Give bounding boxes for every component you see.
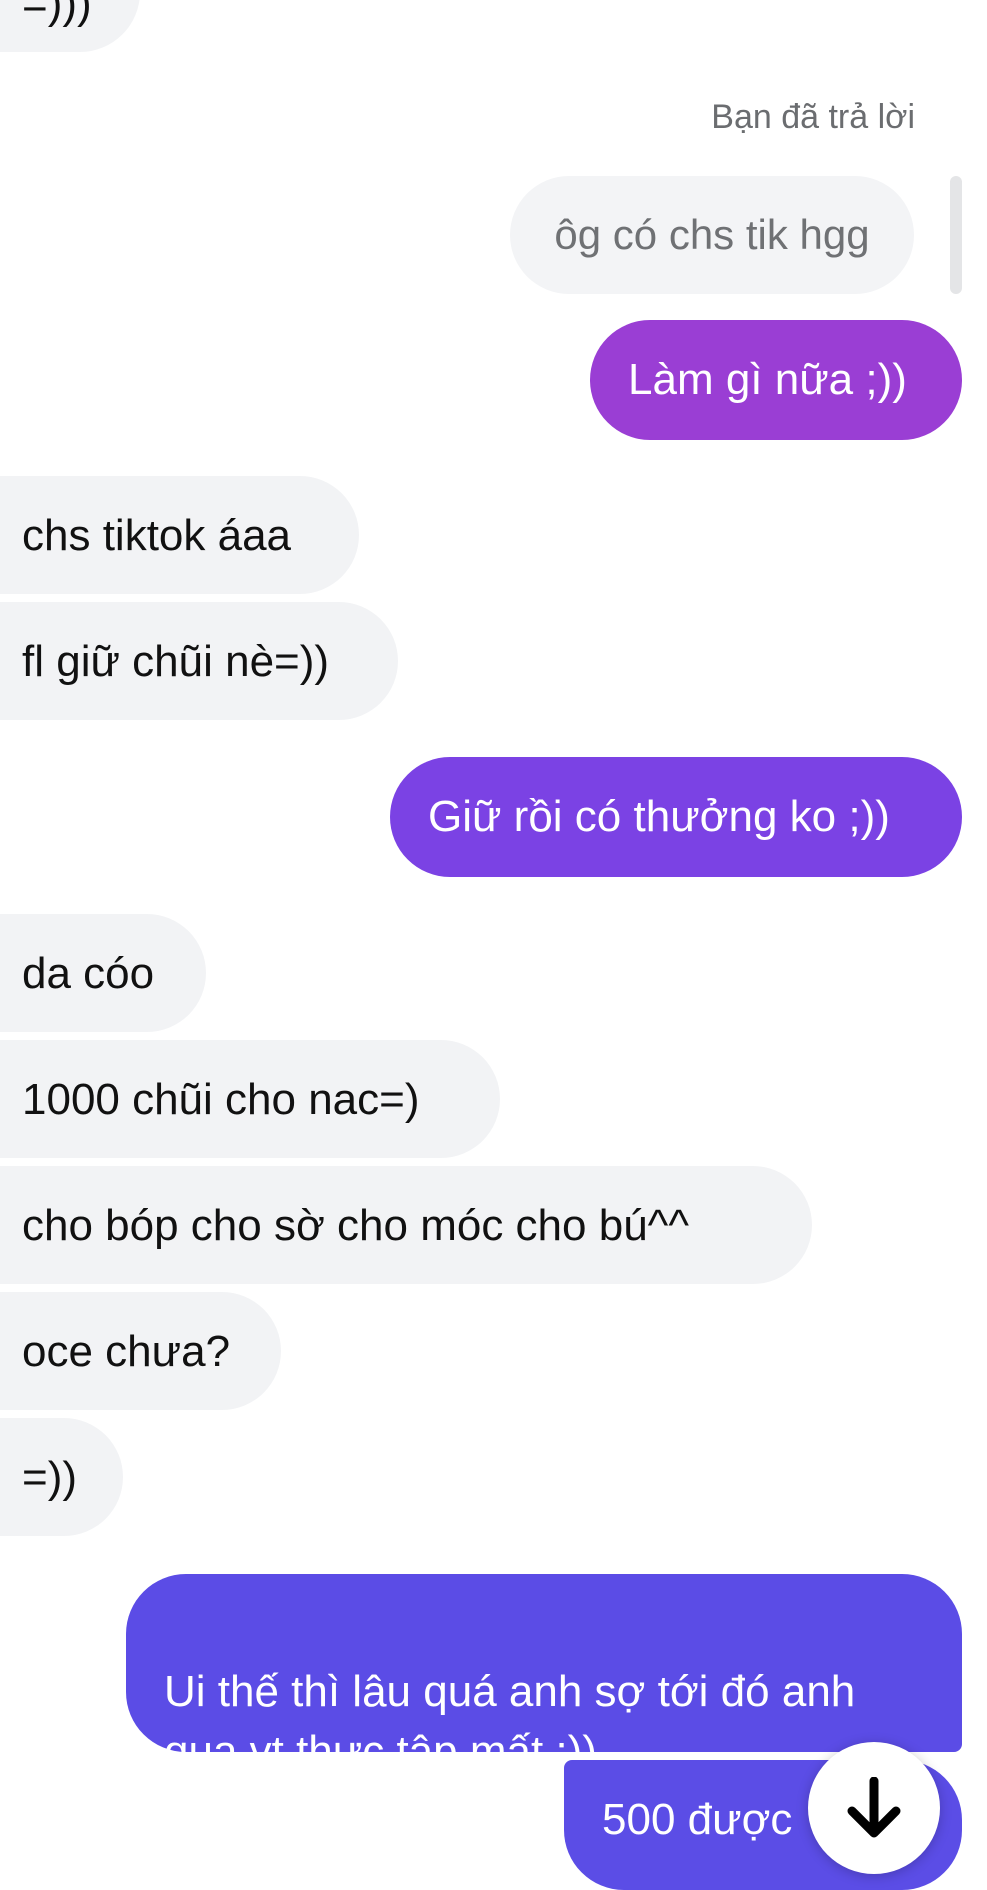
scroll-to-bottom-button[interactable]: [808, 1742, 940, 1874]
message-text: Làm gì nữa ;)): [628, 355, 907, 404]
reply-indicator-bar: [950, 176, 962, 294]
message-bubble-outgoing[interactable]: Giữ rồi có thưởng ko ;)): [390, 757, 962, 877]
message-text: cho bóp cho sờ cho móc cho bú^^: [22, 1201, 689, 1250]
message-bubble-incoming[interactable]: chs tiktok áaa: [0, 476, 359, 594]
message-text: Giữ rồi có thưởng ko ;)): [428, 792, 890, 841]
message-bubble-incoming[interactable]: =)): [0, 1418, 123, 1536]
message-bubble-outgoing[interactable]: Ui thế thì lâu quá anh sợ tới đó anh qua…: [126, 1574, 962, 1776]
reply-label: Bạn đã trả lời: [711, 98, 915, 136]
message-text: oce chưa?: [22, 1327, 231, 1376]
message-text: 1000 chũi cho nac=): [22, 1075, 420, 1124]
message-bubble-incoming[interactable]: =))): [0, 0, 140, 52]
arrow-down-icon: [847, 1777, 901, 1838]
quoted-message[interactable]: ôg có chs tik hgg: [510, 176, 914, 294]
message-bubble-outgoing[interactable]: Làm gì nữa ;)): [590, 320, 962, 440]
message-text: da cóo: [22, 949, 155, 998]
message-bubble-incoming[interactable]: 1000 chũi cho nac=): [0, 1040, 500, 1158]
message-text: =))): [22, 0, 92, 28]
message-text: =)): [22, 1453, 77, 1502]
message-bubble-incoming[interactable]: oce chưa?: [0, 1292, 281, 1410]
message-bubble-incoming[interactable]: cho bóp cho sờ cho móc cho bú^^: [0, 1166, 812, 1284]
message-text: fl giữ chũi nè=)): [22, 637, 330, 686]
message-bubble-incoming[interactable]: da cóo: [0, 914, 206, 1032]
message-text: 500 được: [602, 1795, 793, 1844]
message-bubble-incoming[interactable]: fl giữ chũi nè=)): [0, 602, 398, 720]
message-text: chs tiktok áaa: [22, 511, 292, 560]
